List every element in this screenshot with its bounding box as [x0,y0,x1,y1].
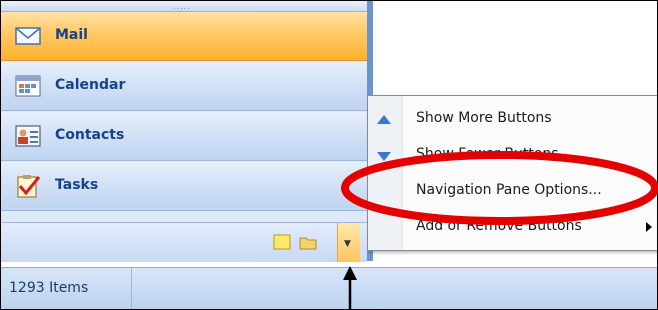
grip-dots: ..... [173,2,191,11]
nav-button-label: Tasks [55,177,99,193]
folder-icon[interactable] [299,234,317,250]
pane-resize-grip[interactable]: ..... [1,1,367,12]
menu-item-label: Navigation Pane Options... [416,182,602,198]
menu-item-add-or-remove-buttons[interactable]: Add or Remove Buttons [368,210,657,246]
nav-button-label: Mail [55,27,88,43]
nav-button-label: Calendar [55,77,126,93]
item-count: 1293 Items [9,280,89,296]
menu-item-show-fewer-buttons[interactable]: Show Fewer Buttons [368,138,657,174]
navigation-pane: ..... Mail Calendar Contacts Tasks ▼ [1,1,373,262]
nav-button-contacts[interactable]: Contacts [1,112,367,161]
nav-pane-small-buttons: ▼ [1,222,367,262]
menu-item-show-more-buttons[interactable]: Show More Buttons [368,102,657,138]
nav-button-calendar[interactable]: Calendar [1,62,367,111]
arrow-up-icon [377,115,391,124]
nav-button-tasks[interactable]: Tasks [1,162,367,211]
mail-icon [15,27,41,45]
status-bar: 1293 Items [1,267,657,309]
submenu-arrow-icon [646,222,652,232]
arrow-down-icon [377,152,391,161]
calendar-icon [15,75,41,97]
outlook-window: ..... Mail Calendar Contacts Tasks ▼ 129… [0,0,658,310]
context-menu: Show More Buttons Show Fewer Buttons Nav… [367,95,657,251]
contacts-icon [15,125,41,147]
menu-item-label: Show Fewer Buttons [416,146,559,162]
tasks-icon [17,175,41,198]
status-divider [131,268,132,309]
nav-button-label: Contacts [55,127,125,143]
nav-button-mail[interactable]: Mail [1,12,367,61]
menu-item-navigation-pane-options[interactable]: Navigation Pane Options... [368,174,657,210]
menu-item-label: Add or Remove Buttons [416,218,582,234]
chevron-down-icon: ▼ [344,239,351,249]
notes-icon[interactable] [273,234,291,250]
configure-buttons-dropdown[interactable]: ▼ [337,223,360,262]
menu-item-label: Show More Buttons [416,110,552,126]
